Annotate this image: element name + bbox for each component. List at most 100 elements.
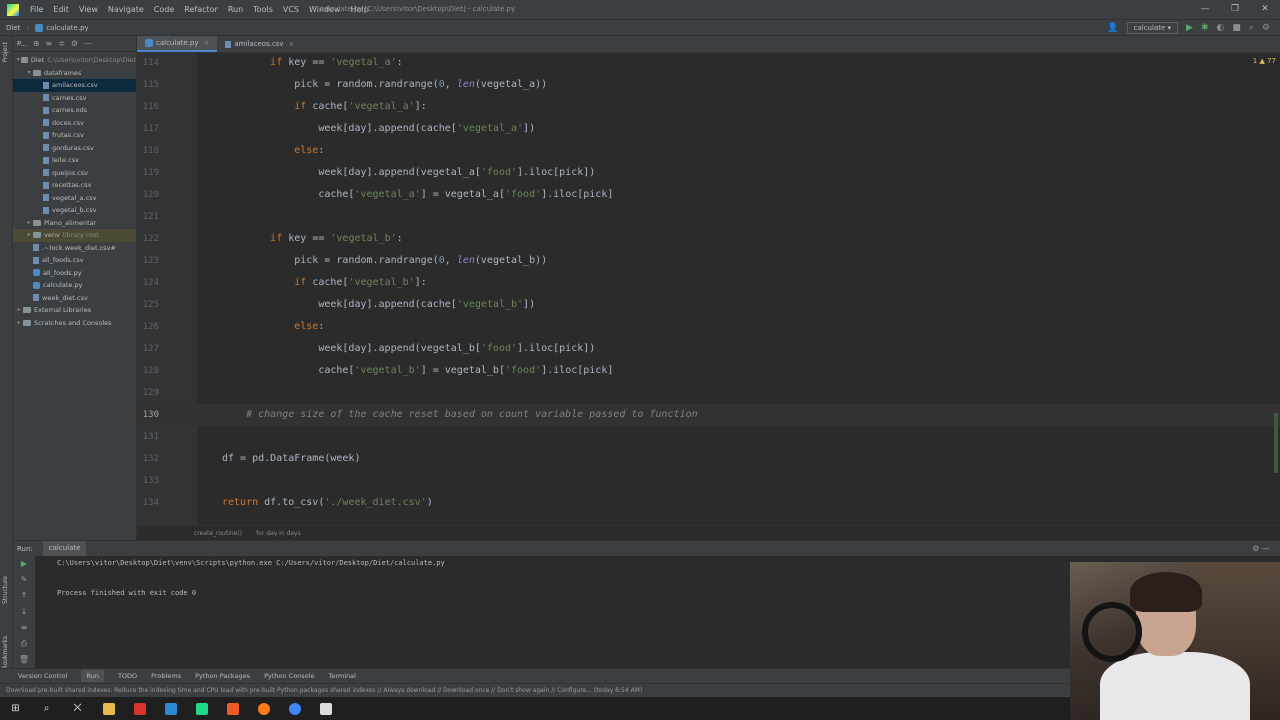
rerun-icon[interactable]: ▶ (13, 556, 35, 572)
up-icon[interactable]: ↑ (13, 588, 35, 604)
code-line[interactable]: 123 pick = random.randrange(0, len(veget… (137, 250, 1280, 272)
code-line[interactable]: 125 week[day].append(cache['vegetal_b']) (137, 294, 1280, 316)
print-icon[interactable]: ⎙ (13, 636, 35, 652)
tool-tab-python-console[interactable]: Python Console (264, 672, 314, 680)
code-line[interactable]: 128 cache['vegetal_b'] = vegetal_b['food… (137, 360, 1280, 382)
menu-run[interactable]: Run (223, 5, 248, 14)
bookmarks-tool-button[interactable]: Bookmarks (2, 636, 9, 670)
run-icon[interactable]: ▶ (1186, 23, 1193, 33)
tab-calculate-py[interactable]: calculate.py × (137, 36, 218, 52)
tree-item[interactable]: ▸ Plano_alimentar (13, 217, 136, 230)
tree-item[interactable]: doces.csv (13, 117, 136, 130)
tool-tab-terminal[interactable]: Terminal (328, 672, 355, 680)
locate-icon[interactable]: ⊕ (33, 39, 40, 48)
run-panel-settings-icon[interactable]: ⚙ — (1252, 544, 1270, 553)
soft-wrap-icon[interactable]: ≡ (13, 620, 35, 636)
pycharm-taskbar-icon[interactable] (186, 697, 217, 720)
code-line[interactable]: 117 week[day].append(cache['vegetal_a']) (137, 118, 1280, 140)
tree-item[interactable]: frutas.csv (13, 129, 136, 142)
user-icon[interactable]: 👤 (1107, 23, 1118, 33)
menu-code[interactable]: Code (149, 5, 179, 14)
search-everywhere-icon[interactable]: ⌕ (1249, 23, 1254, 33)
hide-icon[interactable]: — (84, 39, 92, 48)
search-icon[interactable]: ⌕ (31, 697, 62, 720)
tool-tab-version-control[interactable]: Version Control (18, 672, 67, 680)
code-line[interactable]: 132 df = pd.DataFrame(week) (137, 448, 1280, 470)
code-line[interactable]: 129 (137, 382, 1280, 404)
brave-icon[interactable] (217, 697, 248, 720)
coverage-icon[interactable]: ◐ (1217, 23, 1225, 33)
close-tab-icon[interactable]: × (289, 37, 295, 52)
code-line[interactable]: 116 if cache['vegetal_a']: (137, 96, 1280, 118)
tree-item[interactable]: carnes.ods (13, 104, 136, 117)
tree-item[interactable]: recettas.csv (13, 179, 136, 192)
tool-tab-python-packages[interactable]: Python Packages (195, 672, 250, 680)
tree-item[interactable]: gorduras.csv (13, 142, 136, 155)
chevron-right-icon[interactable]: ▸ (25, 217, 33, 230)
breadcrumb-file[interactable]: calculate.py (29, 23, 94, 32)
code-line[interactable]: 115 pick = random.randrange(0, len(veget… (137, 74, 1280, 96)
code-line[interactable]: 126 else: (137, 316, 1280, 338)
restore-button[interactable]: ❐ (1220, 0, 1250, 19)
code-line[interactable]: 120 cache['vegetal_a'] = vegetal_a['food… (137, 184, 1280, 206)
tool-tab-todo[interactable]: TODO (118, 672, 137, 680)
close-tab-icon[interactable]: × (203, 36, 209, 51)
code-line[interactable]: 131 (137, 426, 1280, 448)
menu-vcs[interactable]: VCS (278, 5, 304, 14)
chevron-down-icon[interactable]: ▾ (25, 67, 33, 80)
tab-amilaceos-csv[interactable]: amilaceos.csv × (217, 36, 302, 52)
tool-tab-run[interactable]: Run (81, 670, 104, 682)
expand-all-icon[interactable]: ≡ (46, 39, 53, 48)
settings-icon[interactable]: ⚙ (1262, 23, 1270, 33)
debug-icon[interactable]: ✱ (1201, 23, 1209, 33)
tree-item[interactable]: queijos.csv (13, 167, 136, 180)
down-icon[interactable]: ↓ (13, 604, 35, 620)
chevron-right-icon[interactable]: ▸ (25, 229, 33, 242)
code-line[interactable]: 118 else: (137, 140, 1280, 162)
menu-tools[interactable]: Tools (248, 5, 278, 14)
windows-start-icon[interactable]: ⊞ (0, 697, 31, 720)
menu-edit[interactable]: Edit (48, 5, 74, 14)
code-breadcrumb-item[interactable]: for day in days (256, 530, 301, 537)
menu-view[interactable]: View (74, 5, 103, 14)
tree-item[interactable]: ▾ dataframes (13, 67, 136, 80)
tree-item[interactable]: vegetal_a.csv (13, 192, 136, 205)
code-line[interactable]: 119 week[day].append(vegetal_a['food'].i… (137, 162, 1280, 184)
breadcrumb-project[interactable]: Diet (0, 24, 26, 32)
code-line[interactable]: 130 # change size of the cache reset bas… (137, 404, 1280, 426)
close-window-button[interactable]: ✕ (1250, 0, 1280, 19)
inspection-indicator[interactable]: 1 ▲ 77 (1253, 57, 1276, 65)
trash-icon[interactable]: 🗑 (13, 652, 35, 668)
minimize-button[interactable]: — (1190, 0, 1220, 19)
menu-navigate[interactable]: Navigate (103, 5, 149, 14)
run-configuration-select[interactable]: calculate ▾ (1126, 22, 1179, 34)
code-line[interactable]: 114 if key == 'vegetal_a': (137, 53, 1280, 74)
code-line[interactable]: 121 (137, 206, 1280, 228)
project-panel-title[interactable]: P... (17, 40, 27, 48)
vscode-icon[interactable] (155, 697, 186, 720)
console-output[interactable]: C:\Users\vitor\Desktop\Diet\venv\Scripts… (57, 556, 445, 601)
wrench-icon[interactable]: ✎ (13, 572, 35, 588)
tool-tab-problems[interactable]: Problems (151, 672, 181, 680)
chrome-icon[interactable] (279, 697, 310, 720)
firefox-icon[interactable] (248, 697, 279, 720)
file-explorer-icon[interactable] (93, 697, 124, 720)
menu-refactor[interactable]: Refactor (179, 5, 223, 14)
tree-item[interactable]: ▾ Diet C:\Users\vitor\Desktop\Diet (13, 54, 136, 67)
chevron-right-icon[interactable]: ▸ (15, 317, 23, 330)
stop-icon[interactable]: ■ (1232, 23, 1241, 33)
code-line[interactable]: 124 if cache['vegetal_b']: (137, 272, 1280, 294)
tree-item[interactable]: ▸ venv library root (13, 229, 136, 242)
tree-item[interactable]: ▸ External Libraries (13, 304, 136, 317)
tree-item[interactable]: leite.csv (13, 154, 136, 167)
tree-item[interactable]: .~lock.week_diet.csv# (13, 242, 136, 255)
menu-file[interactable]: File (25, 5, 48, 14)
tree-item[interactable]: amilaceos.csv (13, 79, 136, 92)
app-red-icon[interactable] (124, 697, 155, 720)
tree-item[interactable]: carnes.csv (13, 92, 136, 105)
code-line[interactable]: 134 return df.to_csv('./week_diet.csv') (137, 492, 1280, 514)
code-line[interactable]: 122 if key == 'vegetal_b': (137, 228, 1280, 250)
code-line[interactable]: 133 (137, 470, 1280, 492)
structure-tool-button[interactable]: Structure (2, 576, 9, 604)
code-breadcrumb-item[interactable]: create_routine() (194, 530, 242, 537)
